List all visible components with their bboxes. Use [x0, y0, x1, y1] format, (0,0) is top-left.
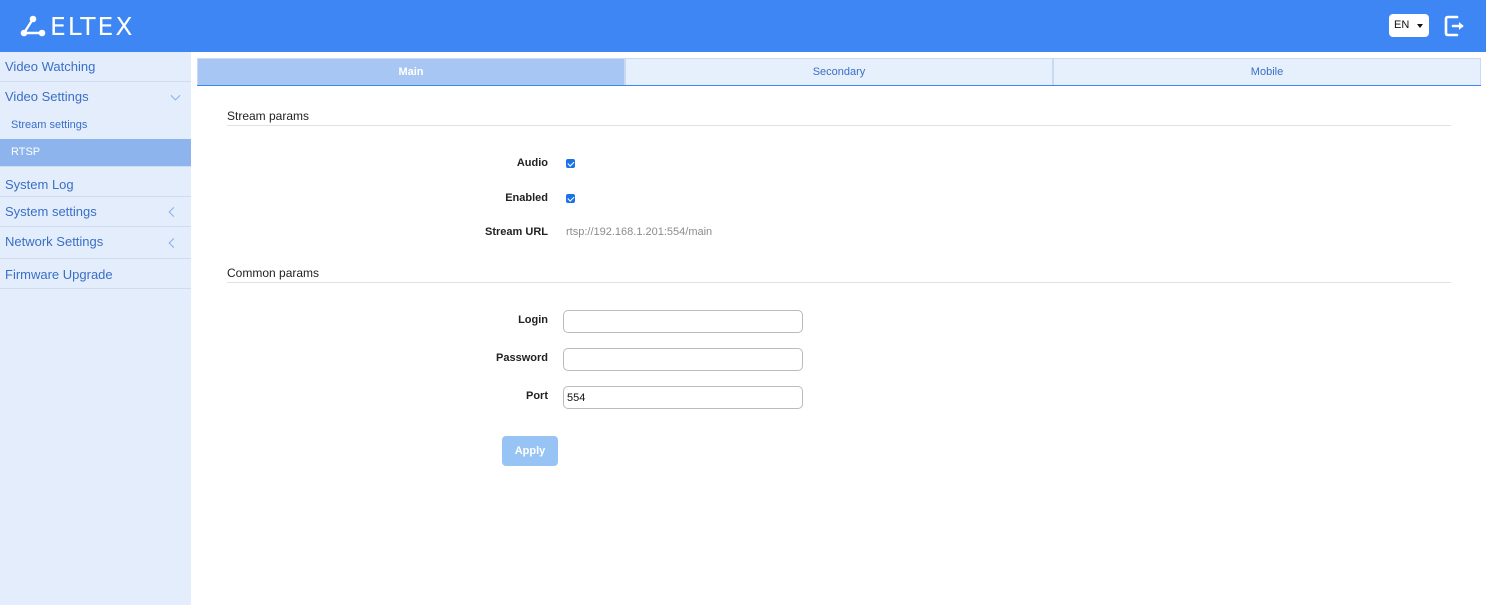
caret-down-icon	[1417, 24, 1423, 28]
password-label: Password	[496, 352, 548, 364]
sidebar-item-network-settings[interactable]: Network Settings	[0, 227, 191, 259]
logo-text: ELTEX	[50, 11, 135, 41]
logout-icon	[1444, 15, 1464, 37]
section-divider	[227, 125, 1451, 126]
stream-url-value: rtsp://192.168.1.201:554/main	[566, 226, 713, 238]
tab-secondary[interactable]: Secondary	[625, 58, 1053, 85]
sidebar-item-label: Video Settings	[5, 89, 89, 104]
apply-button[interactable]: Apply	[502, 436, 558, 466]
sidebar-item-label: Network Settings	[5, 234, 104, 249]
stream-tabs: Main Secondary Mobile	[197, 58, 1481, 86]
password-input[interactable]	[563, 348, 803, 371]
audio-label: Audio	[516, 157, 548, 169]
audio-checkbox[interactable]	[566, 159, 575, 168]
section-divider	[227, 282, 1451, 283]
login-label: Login	[518, 314, 548, 326]
sidebar-subitem-stream-settings[interactable]: Stream settings	[0, 111, 191, 139]
sidebar-item-video-settings[interactable]: Video Settings	[0, 82, 191, 111]
sidebar-item-system-settings[interactable]: System settings	[0, 197, 191, 227]
chevron-left-icon	[168, 206, 179, 217]
logout-button[interactable]	[1443, 14, 1467, 38]
port-label: Port	[526, 390, 548, 402]
port-input[interactable]	[563, 386, 803, 409]
sidebar-item-video-watching[interactable]: Video Watching	[0, 52, 191, 82]
sidebar-item-label: Video Watching	[5, 59, 96, 74]
sidebar-subitem-rtsp[interactable]: RTSP	[0, 139, 191, 166]
tab-mobile[interactable]: Mobile	[1053, 58, 1481, 85]
login-input[interactable]	[563, 310, 803, 333]
common-params-title: Common params	[227, 266, 320, 280]
sidebar-item-firmware-upgrade[interactable]: Firmware Upgrade	[0, 259, 191, 289]
language-value: EN	[1394, 19, 1410, 31]
sidebar-item-label: System Log	[5, 177, 74, 192]
tab-main[interactable]: Main	[197, 58, 625, 85]
top-bar: ELTEX EN	[0, 0, 1486, 52]
enabled-label: Enabled	[505, 192, 548, 204]
enabled-checkbox[interactable]	[566, 194, 575, 203]
sidebar-item-label: RTSP	[11, 146, 41, 158]
sidebar-item-label: Stream settings	[11, 119, 88, 131]
stream-params-title: Stream params	[227, 109, 310, 123]
eltex-logo[interactable]: ELTEX	[20, 11, 135, 41]
chevron-down-icon	[170, 90, 181, 101]
language-select[interactable]: EN	[1389, 14, 1429, 37]
stream-url-label: Stream URL	[485, 226, 548, 238]
sidebar-item-label: System settings	[5, 204, 97, 219]
eltex-logo-icon	[20, 15, 46, 37]
sidebar: Video Watching Video Settings Stream set…	[0, 52, 191, 605]
sidebar-item-label: Firmware Upgrade	[5, 267, 113, 282]
chevron-left-icon	[168, 237, 179, 248]
sidebar-item-system-log[interactable]: System Log	[0, 166, 191, 197]
